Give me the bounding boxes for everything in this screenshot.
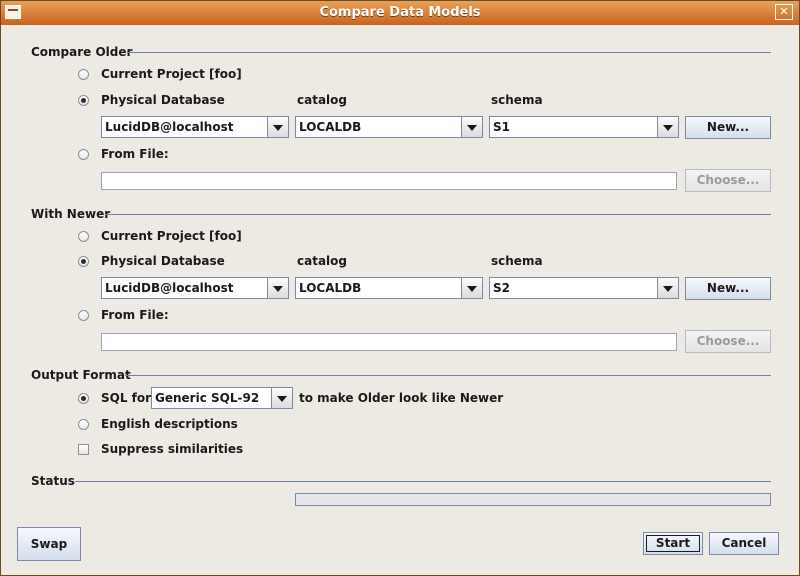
newer-from-file-radio[interactable] (78, 310, 89, 321)
suppress-checkbox[interactable] (78, 444, 89, 455)
newer-from-file-label: From File: (101, 308, 169, 322)
older-schema-label: schema (491, 93, 543, 107)
older-catalog-label: catalog (297, 93, 347, 107)
older-from-file-label: From File: (101, 147, 169, 161)
newer-choose-button[interactable]: Choose... (685, 330, 771, 353)
separator (125, 375, 771, 376)
newer-current-project-radio[interactable] (78, 231, 89, 242)
with-newer-label: With Newer (31, 207, 111, 221)
sql-radio[interactable] (78, 393, 89, 404)
window-title: Compare Data Models (319, 5, 481, 20)
separator (127, 52, 771, 53)
sql-dialect-select[interactable]: Generic SQL-92 (151, 387, 293, 409)
english-label: English descriptions (101, 417, 238, 431)
chevron-down-icon[interactable] (657, 278, 678, 298)
newer-file-input[interactable] (101, 333, 677, 351)
older-schema-select[interactable]: S1 (489, 116, 679, 138)
older-current-project-label: Current Project [foo] (101, 67, 242, 81)
newer-catalog-label: catalog (297, 254, 347, 268)
sql-suffix-label: to make Older look like Newer (299, 391, 504, 405)
close-icon[interactable]: ✕ (775, 4, 793, 20)
english-radio[interactable] (78, 419, 89, 430)
older-from-file-radio[interactable] (78, 149, 89, 160)
suppress-label: Suppress similarities (101, 442, 244, 456)
chevron-down-icon[interactable] (267, 117, 288, 137)
title-bar[interactable]: Compare Data Models ✕ (1, 1, 799, 25)
chevron-down-icon[interactable] (271, 388, 292, 408)
sql-for-label: SQL for (101, 391, 152, 405)
status-label: Status (31, 474, 75, 488)
older-catalog-value: LOCALDB (299, 120, 362, 134)
swap-button[interactable]: Swap (17, 527, 81, 561)
older-schema-value: S1 (493, 120, 510, 134)
newer-database-value: LucidDB@localhost (105, 281, 234, 295)
newer-current-project-label: Current Project [foo] (101, 229, 242, 243)
separator (105, 214, 771, 215)
output-format-label: Output Format (31, 368, 131, 382)
newer-catalog-value: LOCALDB (299, 281, 362, 295)
older-catalog-select[interactable]: LOCALDB (295, 116, 483, 138)
newer-schema-value: S2 (493, 281, 510, 295)
newer-schema-select[interactable]: S2 (489, 277, 679, 299)
older-database-value: LucidDB@localhost (105, 120, 234, 134)
older-file-input[interactable] (101, 172, 677, 190)
separator (75, 481, 771, 482)
older-database-select[interactable]: LucidDB@localhost (101, 116, 289, 138)
newer-catalog-select[interactable]: LOCALDB (295, 277, 483, 299)
newer-database-select[interactable]: LucidDB@localhost (101, 277, 289, 299)
chevron-down-icon[interactable] (461, 278, 482, 298)
newer-physical-database-label: Physical Database (101, 254, 225, 268)
newer-schema-label: schema (491, 254, 543, 268)
newer-physical-database-radio[interactable] (78, 256, 89, 267)
older-new-button[interactable]: New... (685, 116, 771, 139)
chevron-down-icon[interactable] (461, 117, 482, 137)
status-progress-bar (295, 493, 771, 506)
sql-dialect-value: Generic SQL-92 (155, 391, 260, 405)
older-choose-button[interactable]: Choose... (685, 169, 771, 192)
start-button[interactable]: Start (643, 532, 703, 555)
chevron-down-icon[interactable] (267, 278, 288, 298)
older-current-project-radio[interactable] (78, 69, 89, 80)
cancel-button[interactable]: Cancel (709, 532, 779, 555)
chevron-down-icon[interactable] (657, 117, 678, 137)
compare-older-label: Compare Older (31, 45, 133, 59)
older-physical-database-radio[interactable] (78, 95, 89, 106)
dialog-window: Compare Data Models ✕ Compare Older Curr… (0, 0, 800, 576)
newer-new-button[interactable]: New... (685, 277, 771, 300)
older-physical-database-label: Physical Database (101, 93, 225, 107)
